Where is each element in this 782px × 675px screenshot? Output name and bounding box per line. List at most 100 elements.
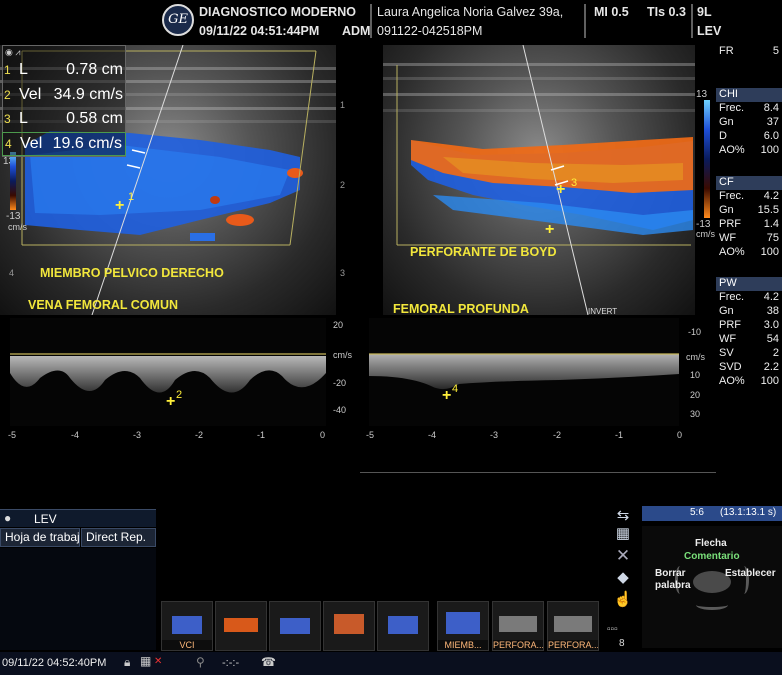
trackball-comment-label[interactable]: Comentario [684,551,740,562]
x-tick: -3 [490,430,499,440]
swap-arrows-icon[interactable]: ⇆ [611,506,635,524]
y-tick: -40 [333,405,347,415]
header-divider [370,4,372,38]
direct-report-button[interactable]: Direct Rep. [81,528,156,547]
caliper-label: 2 [176,389,183,401]
measurement-row[interactable]: 3 L 0.58 cm [2,108,126,132]
param-row: Gn 15.5 [719,204,779,216]
param-row: Frec. 4.2 [719,190,779,202]
trackball-left-label[interactable]: Borrar palabra [655,568,695,592]
thumbnail[interactable] [215,601,267,651]
results-header-icon: ◉ ⩘ [5,47,21,57]
y-tick: 30 [690,409,701,419]
caliper-cursor-icon[interactable]: + [166,393,175,411]
color-scale-bar [704,100,710,218]
preset-bar[interactable]: ● LEV [0,509,156,527]
x-tick: -2 [195,430,204,440]
measurement-label: L [19,110,28,127]
thumbnail[interactable]: PERFORA... [547,601,599,651]
keypad-icon[interactable]: ▦ [611,524,635,546]
param-value: 5 [772,45,779,57]
worksheet-button[interactable]: Hoja de trabajo [0,528,80,547]
right-doppler-spectrum[interactable] [369,318,679,426]
x-tick: -4 [71,430,80,440]
trackball-top-label[interactable]: Flecha [695,538,727,549]
param-row: AO% 100 [719,246,779,258]
page-grid-icon[interactable]: ▫▫▫ [607,624,618,635]
param-row: SVD 2.2 [719,361,779,373]
measurement-row[interactable]: 4 Vel 19.6 cm/s [2,132,126,156]
thumbnail[interactable]: MIEMB... [437,601,489,651]
y-tick: 20 [690,390,701,400]
thumbnail-label: PERFORA... [493,640,544,650]
depth-mark: 2 [340,180,346,190]
measurement-number: 1 [4,63,11,77]
measurement-number: 3 [4,112,11,126]
erase-x-icon[interactable]: ✕ [611,546,635,568]
scale-unit-label: cm/s [696,229,715,239]
scale-top-label: 13 [696,89,708,100]
caliper-cursor-icon[interactable]: + [545,221,554,239]
probe-icon[interactable]: ☝ [611,590,635,612]
cine-bar[interactable]: 5:6 (13.1:13.1 s) [642,506,782,521]
measurement-value: 19.6 cm/s [52,135,122,152]
x-tick: -5 [366,430,375,440]
thumbnail-label: VCI [162,640,212,650]
param-row: PRF 3.0 [719,319,779,331]
preset-bullet-icon: ● [4,511,12,525]
annotation-text[interactable]: MIEMBRO PELVICO DERECHO [40,266,224,280]
annotation-text[interactable]: PERFORANTE DE BOYD [410,245,557,259]
worksheet-area [0,548,156,650]
depth-mark: 4 [9,268,15,278]
measurement-row[interactable]: 1 L 0.78 cm [2,59,126,83]
tool-icon-column: ⇆ ▦ ✕ ◆ ☝ [611,506,635,618]
param-row: Frec. 4.2 [719,291,779,303]
x-tick: -3 [133,430,142,440]
annotation-text[interactable]: FEMORAL PROFUNDA [393,302,529,316]
trackball-right-label[interactable]: Establecer [725,568,776,579]
lock-icon: 🔒︎ [124,655,131,669]
diamond-arrows-icon[interactable]: ◆ [611,568,635,590]
depth-mark: 3 [340,268,346,278]
param-row: PRF 1.4 [719,218,779,230]
header-divider [691,4,693,38]
right-ultrasound-image[interactable] [383,45,695,315]
x-tick: -1 [615,430,624,440]
y-tick: cm/s [333,350,352,360]
ge-logo-icon: GE [162,4,194,36]
phone-icon: ☎ [261,655,276,669]
measurement-value: 0.58 cm [66,110,123,127]
x-tick: 0 [677,430,683,440]
caliper-cursor-icon[interactable]: + [556,181,565,199]
thumbnail[interactable]: VCI [161,601,213,651]
thumbnail-label: PERFORA... [548,640,599,650]
page-count: 8 [619,638,625,649]
param-row: Frec. 8.4 [719,102,779,114]
y-tick: -10 [688,327,702,337]
thumbnail[interactable] [377,601,429,651]
x-tick: -1 [257,430,266,440]
scale-bottom-label: -13 [6,211,21,222]
disconnected-icon: ✕ [154,656,163,667]
pw-header: PW [716,277,782,291]
caliper-label: 4 [452,383,459,395]
param-row: FR 5 [717,45,781,59]
y-tick: cm/s [686,352,705,362]
operator: ADM [342,24,371,38]
y-tick: 20 [333,320,344,330]
caliper-label: 1 [128,191,135,203]
thumbnail[interactable] [269,601,321,651]
caliper-cursor-icon[interactable]: + [442,387,451,405]
measurement-row[interactable]: 2 Vel 34.9 cm/s [2,84,126,108]
thumbnail[interactable]: PERFORA... [492,601,544,651]
preset-name: LEV [34,512,57,526]
status-bar [0,652,782,675]
annotation-text[interactable]: VENA FEMORAL COMUN [28,298,178,312]
exam-id: 091122-042518PM [377,24,483,38]
caliper-cursor-icon[interactable]: + [115,197,124,215]
caliper-label: 3 [571,177,578,189]
thumbnail[interactable] [323,601,375,651]
measurement-label: Vel [19,86,42,103]
y-tick: -20 [333,378,347,388]
param-row: Gn 38 [719,305,779,317]
